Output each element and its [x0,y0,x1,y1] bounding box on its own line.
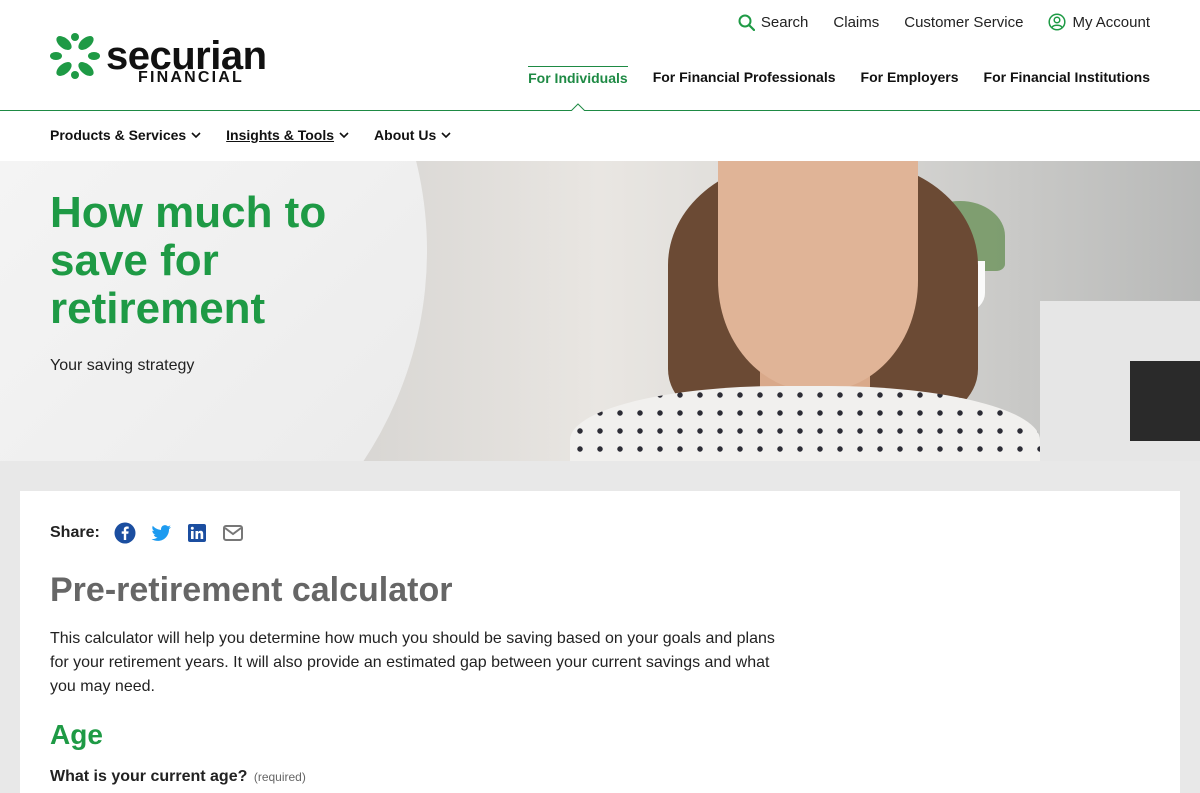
facebook-icon[interactable] [114,522,136,544]
background-printer [1130,361,1200,441]
calculator-description: This calculator will help you determine … [50,630,775,695]
utility-nav: Search Claims Customer Service My Accoun… [738,12,1150,32]
products-services-menu[interactable]: Products & Services [50,127,201,143]
twitter-icon[interactable] [150,522,172,544]
customer-service-link[interactable]: Customer Service [904,12,1023,32]
nav-for-financial-institutions-label: For Financial Institutions [983,69,1150,85]
page-title: How much to save for retirement [50,188,327,333]
search-icon [738,14,755,31]
my-account-label: My Account [1072,13,1150,31]
user-account-icon [1048,13,1067,31]
calculator-title: Pre-retirement calculator [50,571,453,609]
nav-for-employers-label: For Employers [860,69,959,85]
claims-link[interactable]: Claims [833,12,879,32]
products-services-label: Products & Services [50,127,187,143]
age-section-title: Age [50,719,103,750]
insights-tools-label: Insights & Tools [226,127,335,143]
share-label: Share: [50,524,100,541]
required-note: (required) [253,770,306,784]
chevron-down-icon [339,131,349,138]
chevron-down-icon [441,131,451,138]
nav-for-financial-professionals-label: For Financial Professionals [652,69,836,85]
person-face [718,161,918,391]
page-subtitle: Your saving strategy [50,357,195,374]
securian-logo[interactable]: securian FINANCIAL [50,33,280,89]
nav-for-financial-institutions[interactable]: For Financial Institutions [984,66,1150,110]
claims-label: Claims [833,13,880,31]
chevron-down-icon [191,131,201,138]
content-card: Share: Pre-retirement calculator This ca… [20,491,1180,793]
share-bar: Share: [50,522,244,544]
hero-banner: How much to save for retirement Your sav… [0,161,1200,461]
about-us-label: About Us [374,127,437,143]
logo-subtitle: FINANCIAL [138,69,245,86]
my-account-link[interactable]: My Account [1048,12,1150,32]
site-header: securian FINANCIAL Search Claims Custome… [0,0,1200,111]
nav-for-individuals-label: For Individuals [528,70,628,86]
nav-for-financial-professionals[interactable]: For Financial Professionals [653,66,836,110]
secondary-nav: Products & Services Insights & Tools Abo… [0,111,1200,161]
current-age-label: What is your current age? [50,768,248,785]
email-icon[interactable] [222,522,244,544]
customer-service-label: Customer Service [904,13,1024,31]
current-age-question: What is your current age? (required) [50,768,306,786]
about-us-menu[interactable]: About Us [374,127,451,143]
nav-for-individuals[interactable]: For Individuals [528,66,628,111]
linkedin-icon[interactable] [186,522,208,544]
logo-mark-icon [50,33,100,79]
person-polka-dot-shirt [570,386,1040,461]
insights-tools-menu[interactable]: Insights & Tools [226,127,349,143]
search-link[interactable]: Search [738,12,809,32]
audience-nav: For Individuals For Financial Profession… [528,66,1150,111]
search-label: Search [760,13,809,31]
active-caret-icon [570,103,585,111]
nav-for-employers[interactable]: For Employers [861,66,959,110]
